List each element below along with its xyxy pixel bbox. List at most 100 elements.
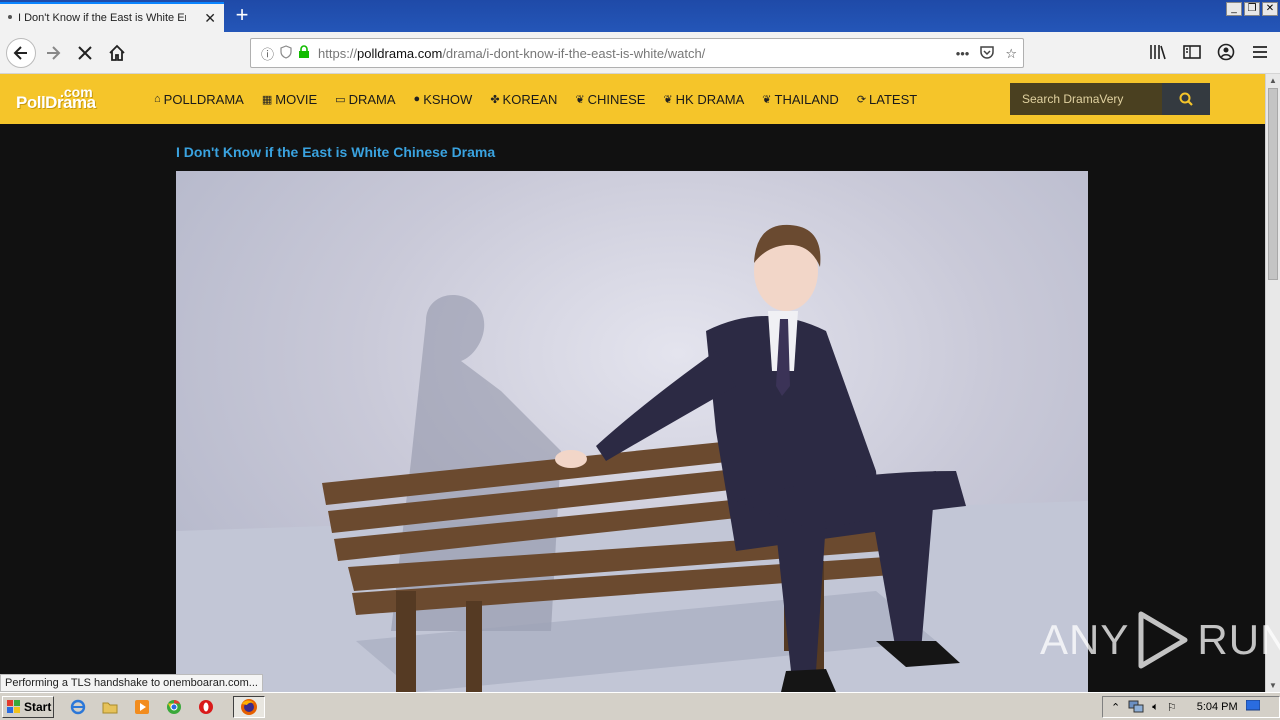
- flag-icon[interactable]: ⚐: [1167, 701, 1177, 714]
- menu-item-hk-drama[interactable]: ❦ HK DRAMA: [663, 92, 744, 107]
- scroll-down-icon[interactable]: ▼: [1269, 681, 1277, 690]
- page-content: I Don't Know if the East is White Chines…: [0, 124, 1265, 692]
- tab-title: I Don't Know if the East is White Er: [18, 12, 186, 24]
- site-search: [1010, 83, 1210, 115]
- info-icon[interactable]: ⓘ: [261, 44, 274, 63]
- menu-item-latest[interactable]: ⟳ LATEST: [857, 92, 917, 107]
- status-bar: Performing a TLS handshake to onemboaran…: [0, 674, 263, 692]
- url-scheme: https://: [318, 45, 358, 61]
- url-security-icons: ⓘ: [261, 44, 310, 63]
- folder-icon[interactable]: [100, 697, 120, 717]
- system-clock[interactable]: 5:04 PM: [1197, 701, 1238, 713]
- menu-item-kshow[interactable]: ● KSHOW: [414, 92, 473, 107]
- back-button[interactable]: [6, 38, 36, 68]
- page-title: I Don't Know if the East is White Chines…: [176, 144, 496, 160]
- main-menu: ⌂ POLLDRAMA ▦ MOVIE ▭ DRAMA ● KSHOW ✤ KO…: [154, 74, 917, 124]
- globe-icon: ●: [413, 93, 421, 105]
- refresh-icon: ⟳: [856, 93, 867, 106]
- back-arrow-icon: [13, 46, 27, 60]
- loading-dot-icon: [8, 15, 12, 19]
- site-logo[interactable]: .com PollDrama: [16, 84, 106, 114]
- menu-item-label: POLLDRAMA: [163, 91, 244, 107]
- search-button[interactable]: [1162, 83, 1210, 115]
- chrome-icon[interactable]: [164, 697, 184, 717]
- network-icon[interactable]: [1128, 699, 1144, 716]
- tv-icon: ▭: [335, 93, 346, 106]
- watermark-left-text: ANY: [1040, 616, 1130, 663]
- url-text: https://polldrama.com/drama/i-dont-know-…: [318, 46, 705, 61]
- scroll-up-icon[interactable]: ▲: [1269, 76, 1277, 85]
- film-icon: ▦: [261, 93, 273, 106]
- home-button[interactable]: [104, 40, 130, 66]
- bookmark-star-icon[interactable]: ☆: [1005, 46, 1017, 62]
- menu-item-chinese[interactable]: ❦ CHINESE: [575, 92, 645, 107]
- menu-item-drama[interactable]: ▭ DRAMA: [335, 92, 395, 107]
- new-tab-icon[interactable]: +: [230, 4, 254, 28]
- library-icon[interactable]: [1148, 42, 1168, 62]
- minimize-icon[interactable]: _: [1226, 2, 1242, 16]
- start-label: Start: [24, 700, 52, 714]
- shield-icon[interactable]: [280, 44, 292, 62]
- home-icon: ⌂: [154, 93, 161, 105]
- leaf-icon: ❦: [575, 93, 585, 106]
- media-player-icon[interactable]: [132, 697, 152, 717]
- system-tray: ⌃ 🔈︎ ⚐ 5:04 PM: [1102, 696, 1280, 718]
- restore-icon[interactable]: ❐: [1244, 2, 1260, 16]
- firefox-icon: [241, 699, 257, 715]
- menu-item-polldrama[interactable]: ⌂ POLLDRAMA: [154, 92, 244, 107]
- page-actions-icon[interactable]: •••: [956, 46, 970, 61]
- menu-item-thailand[interactable]: ❦ THAILAND: [762, 92, 839, 107]
- drama-poster-image[interactable]: [176, 171, 1088, 692]
- forward-button[interactable]: [40, 40, 66, 66]
- url-path: /drama/i-dont-know-if-the-east-is-white/…: [442, 45, 706, 61]
- tab-close-icon[interactable]: ✕: [204, 10, 216, 27]
- sidebar-icon[interactable]: [1182, 42, 1202, 62]
- menu-item-label: THAILAND: [774, 91, 839, 107]
- site-header: .com PollDrama ⌂ POLLDRAMA ▦ MOVIE ▭ DRA…: [0, 74, 1265, 124]
- menu-item-movie[interactable]: ▦ MOVIE: [262, 92, 317, 107]
- browser-titlebar: I Don't Know if the East is White Er ✕ +…: [0, 0, 1280, 32]
- tray-expand-icon[interactable]: ⌃: [1111, 701, 1120, 714]
- pocket-icon[interactable]: [979, 44, 995, 63]
- menu-item-label: KSHOW: [423, 91, 473, 107]
- logo-text: PollDrama: [16, 93, 96, 112]
- browser-tab[interactable]: I Don't Know if the East is White Er ✕: [0, 2, 224, 32]
- lock-icon[interactable]: [298, 44, 310, 62]
- menu-hamburger-icon[interactable]: [1250, 42, 1270, 62]
- menu-item-label: HK DRAMA: [675, 91, 745, 107]
- windows-logo-icon: [7, 700, 20, 713]
- opera-icon[interactable]: [196, 697, 216, 717]
- yin-icon: ✤: [490, 93, 500, 106]
- ie-icon[interactable]: [68, 697, 88, 717]
- stop-button[interactable]: [72, 40, 98, 66]
- url-host: polldrama.com: [357, 45, 443, 61]
- window-close-icon[interactable]: ✕: [1262, 2, 1278, 16]
- forward-arrow-icon: [47, 46, 61, 60]
- play-logo-icon: [1138, 611, 1188, 669]
- navigation-toolbar: ⓘ https://polldrama.com/drama/i-dont-kno…: [0, 32, 1280, 74]
- account-icon[interactable]: [1216, 42, 1236, 62]
- vertical-scrollbar[interactable]: ▲ ▼: [1265, 74, 1280, 692]
- url-actions: ••• ☆: [956, 44, 1017, 63]
- show-desktop-icon[interactable]: [1245, 699, 1261, 715]
- volume-icon[interactable]: 🔈︎: [1152, 701, 1159, 714]
- search-icon: [1179, 92, 1193, 106]
- menu-item-label: KOREAN: [502, 91, 558, 107]
- url-bar[interactable]: ⓘ https://polldrama.com/drama/i-dont-kno…: [250, 38, 1024, 68]
- firefox-taskbar-button[interactable]: [233, 696, 265, 718]
- start-button[interactable]: Start: [2, 696, 54, 718]
- menu-item-label: LATEST: [869, 91, 918, 107]
- menu-item-label: CHINESE: [587, 91, 646, 107]
- window-controls: _ ❐ ✕: [1226, 2, 1278, 16]
- search-input[interactable]: [1010, 83, 1162, 115]
- home-icon: [109, 44, 125, 61]
- menu-item-korean[interactable]: ✤ KOREAN: [490, 92, 557, 107]
- watermark-right-text: RUN: [1197, 616, 1280, 663]
- toolbar-right: [1148, 42, 1270, 62]
- scrollbar-thumb[interactable]: [1268, 88, 1278, 280]
- os-taskbar: Start ⌃ 🔈︎ ⚐ 5:04 PM: [0, 692, 1280, 720]
- menu-item-label: MOVIE: [275, 91, 318, 107]
- anyrun-watermark: ANY RUN: [1040, 610, 1280, 670]
- leaf-icon: ❦: [762, 93, 772, 106]
- leaf-icon: ❦: [663, 93, 673, 106]
